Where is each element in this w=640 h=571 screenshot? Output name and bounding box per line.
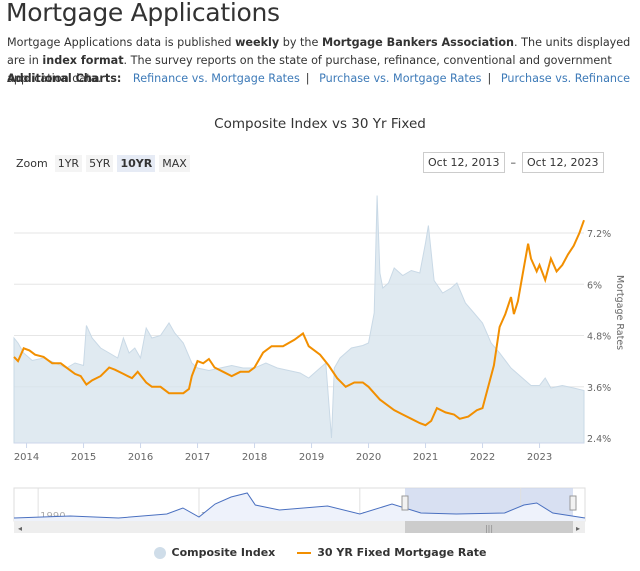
x-tick-label: 2018	[242, 452, 267, 463]
navigator: 1990200020102020◂▸|||	[13, 487, 586, 533]
y-tick-label: 6%	[587, 280, 602, 291]
navigator-handle[interactable]	[401, 495, 409, 511]
x-tick-label: 2022	[470, 452, 495, 463]
scroll-left-arrow-icon[interactable]: ◂	[18, 524, 22, 533]
x-tick-label: 2021	[413, 452, 438, 463]
y-tick-label: 7.2%	[587, 229, 611, 240]
legend-circle-icon	[153, 546, 166, 559]
y-tick-label: 3.6%	[587, 383, 611, 394]
x-tick-label: 2017	[185, 452, 210, 463]
y-tick-label: 4.8%	[587, 332, 611, 343]
x-tick-label: 2023	[527, 452, 552, 463]
legend-label: 30 YR Fixed Mortgage Rate	[317, 546, 487, 559]
legend-label: Composite Index	[171, 546, 276, 559]
scroll-right-arrow-icon[interactable]: ▸	[576, 524, 580, 533]
chart-svg: 2014 2015 2016 2017 2018 2019 2020 2021 2022 2023…	[13, 195, 625, 533]
navigator-handle[interactable]	[569, 495, 577, 511]
legend-composite-index[interactable]: Composite Index	[153, 546, 276, 559]
x-tick-label: 2014	[14, 452, 39, 463]
x-tick-label: 2016	[128, 452, 153, 463]
x-axis-ticks: 2014 2015 2016 2017 2018 2019 2020 2021 2022 2023	[14, 442, 584, 463]
x-tick-label: 2019	[299, 452, 324, 463]
x-tick-label: 2015	[71, 452, 96, 463]
legend-line-icon	[297, 551, 312, 554]
y-axis-ticks: 2.4% 3.6% 4.8% 6% 7.2%	[587, 229, 611, 445]
y-tick-label: 2.4%	[587, 434, 611, 445]
y-axis-label: Mortgage Rates	[614, 275, 625, 350]
legend: Composite Index 30 YR Fixed Mortgage Rat…	[0, 546, 640, 559]
legend-30yr-fixed[interactable]: 30 YR Fixed Mortgage Rate	[297, 546, 486, 559]
x-tick-label: 2020	[356, 452, 381, 463]
scrollbar-grip-icon: |||	[485, 524, 493, 533]
